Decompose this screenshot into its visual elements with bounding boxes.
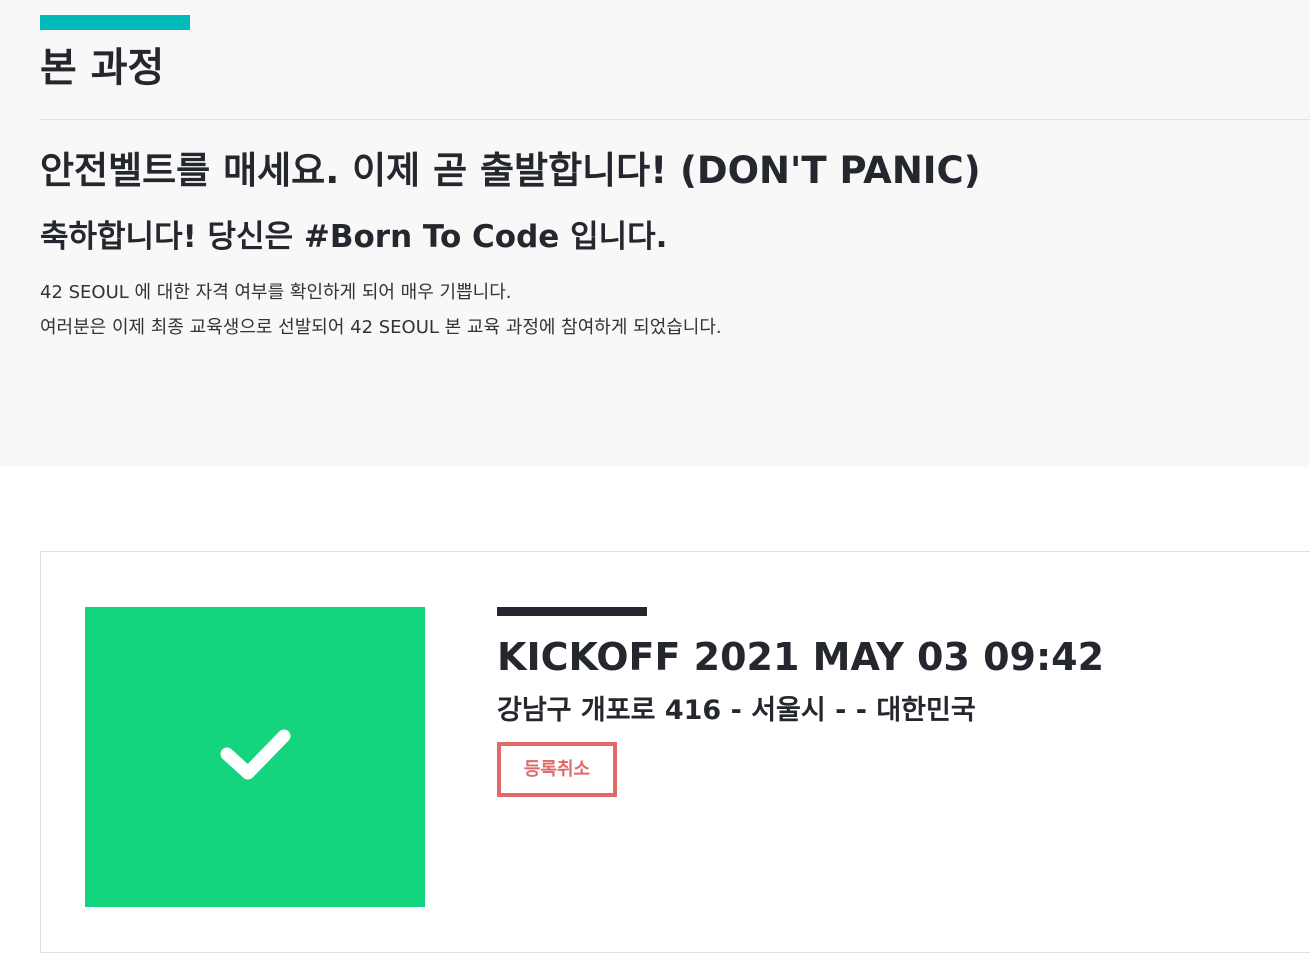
welcome-message-line1: 42 SEOUL 에 대한 자격 여부를 확인하게 되어 매우 기쁩니다. xyxy=(40,282,512,303)
accent-bar xyxy=(40,15,190,30)
cancel-registration-button[interactable]: 등록취소 xyxy=(497,742,617,797)
event-status-box xyxy=(85,607,425,907)
welcome-headline: 안전벨트를 매세요. 이제 곧 출발합니다! (DON'T PANIC) xyxy=(40,149,981,192)
intro-section: 본 과정 안전벨트를 매세요. 이제 곧 출발합니다! (DON'T PANIC… xyxy=(0,0,1310,467)
welcome-message-line2: 여러분은 이제 최종 교육생으로 선발되어 42 SEOUL 본 교육 과정에 … xyxy=(40,317,722,338)
check-icon xyxy=(220,729,291,780)
divider xyxy=(40,119,1310,120)
event-location: 강남구 개포로 416 - 서울시 - - 대한민국 xyxy=(497,695,976,726)
section-title: 본 과정 xyxy=(40,45,165,91)
event-title-bar xyxy=(497,607,647,616)
event-title: KICKOFF 2021 MAY 03 09:42 xyxy=(497,635,1105,679)
welcome-subheadline: 축하합니다! 당신은 #Born To Code 입니다. xyxy=(40,219,668,255)
